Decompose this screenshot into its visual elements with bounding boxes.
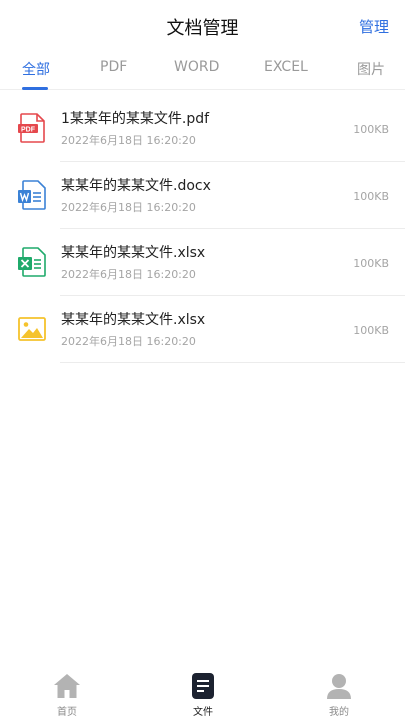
file-type-tabs: 全部 PDF WORD EXCEL 图片 bbox=[0, 54, 405, 90]
user-icon bbox=[327, 674, 351, 699]
excel-file-icon bbox=[18, 247, 46, 277]
home-icon bbox=[54, 674, 80, 698]
file-size: 100KB bbox=[353, 324, 389, 337]
file-timestamp: 2022年6月18日 16:20:20 bbox=[61, 268, 196, 281]
tab-pdf[interactable]: PDF bbox=[100, 59, 127, 75]
word-file-icon bbox=[18, 180, 46, 210]
file-list: PDF 1某某年的某某文件.pdf 2022年6月18日 16:20:20 10… bbox=[0, 95, 405, 363]
nav-files-label: 文件 bbox=[193, 707, 213, 718]
file-size: 100KB bbox=[353, 123, 389, 136]
nav-home-label: 首页 bbox=[57, 707, 77, 718]
active-tab-indicator bbox=[22, 87, 48, 90]
file-name: 某某年的某某文件.xlsx bbox=[61, 312, 206, 328]
row-divider bbox=[60, 362, 405, 363]
nav-files[interactable]: 文件 bbox=[173, 672, 233, 720]
file-row[interactable]: 某某年的某某文件.xlsx 2022年6月18日 16:20:20 100KB bbox=[0, 229, 405, 296]
nav-profile[interactable]: 我的 bbox=[309, 672, 369, 720]
file-size: 100KB bbox=[353, 190, 389, 203]
page-title: 文档管理 bbox=[166, 18, 239, 39]
document-icon bbox=[192, 673, 214, 699]
file-name: 某某年的某某文件.docx bbox=[61, 178, 211, 194]
pdf-icon-label: PDF bbox=[21, 126, 36, 133]
tab-all[interactable]: 全部 bbox=[22, 59, 50, 79]
tab-images[interactable]: 图片 bbox=[357, 59, 385, 79]
file-timestamp: 2022年6月18日 16:20:20 bbox=[61, 201, 196, 214]
tab-word[interactable]: WORD bbox=[174, 59, 219, 75]
pdf-file-icon: PDF bbox=[18, 113, 45, 143]
tab-excel[interactable]: EXCEL bbox=[264, 59, 308, 75]
file-row[interactable]: PDF 1某某年的某某文件.pdf 2022年6月18日 16:20:20 10… bbox=[0, 95, 405, 162]
file-timestamp: 2022年6月18日 16:20:20 bbox=[61, 335, 196, 348]
file-row[interactable]: 某某年的某某文件.xlsx 2022年6月18日 16:20:20 100KB bbox=[0, 296, 405, 363]
file-size: 100KB bbox=[353, 257, 389, 270]
file-name: 1某某年的某某文件.pdf bbox=[61, 111, 210, 127]
app-header: 文档管理 管理 bbox=[0, 0, 405, 50]
manage-button[interactable]: 管理 bbox=[359, 16, 389, 37]
file-row[interactable]: 某某年的某某文件.docx 2022年6月18日 16:20:20 100KB bbox=[0, 162, 405, 229]
bottom-navigation: 首页 文件 我的 bbox=[0, 668, 405, 720]
image-file-icon bbox=[18, 317, 46, 341]
file-timestamp: 2022年6月18日 16:20:20 bbox=[61, 134, 196, 147]
nav-profile-label: 我的 bbox=[329, 707, 349, 718]
file-name: 某某年的某某文件.xlsx bbox=[61, 245, 206, 261]
nav-home[interactable]: 首页 bbox=[37, 672, 97, 720]
